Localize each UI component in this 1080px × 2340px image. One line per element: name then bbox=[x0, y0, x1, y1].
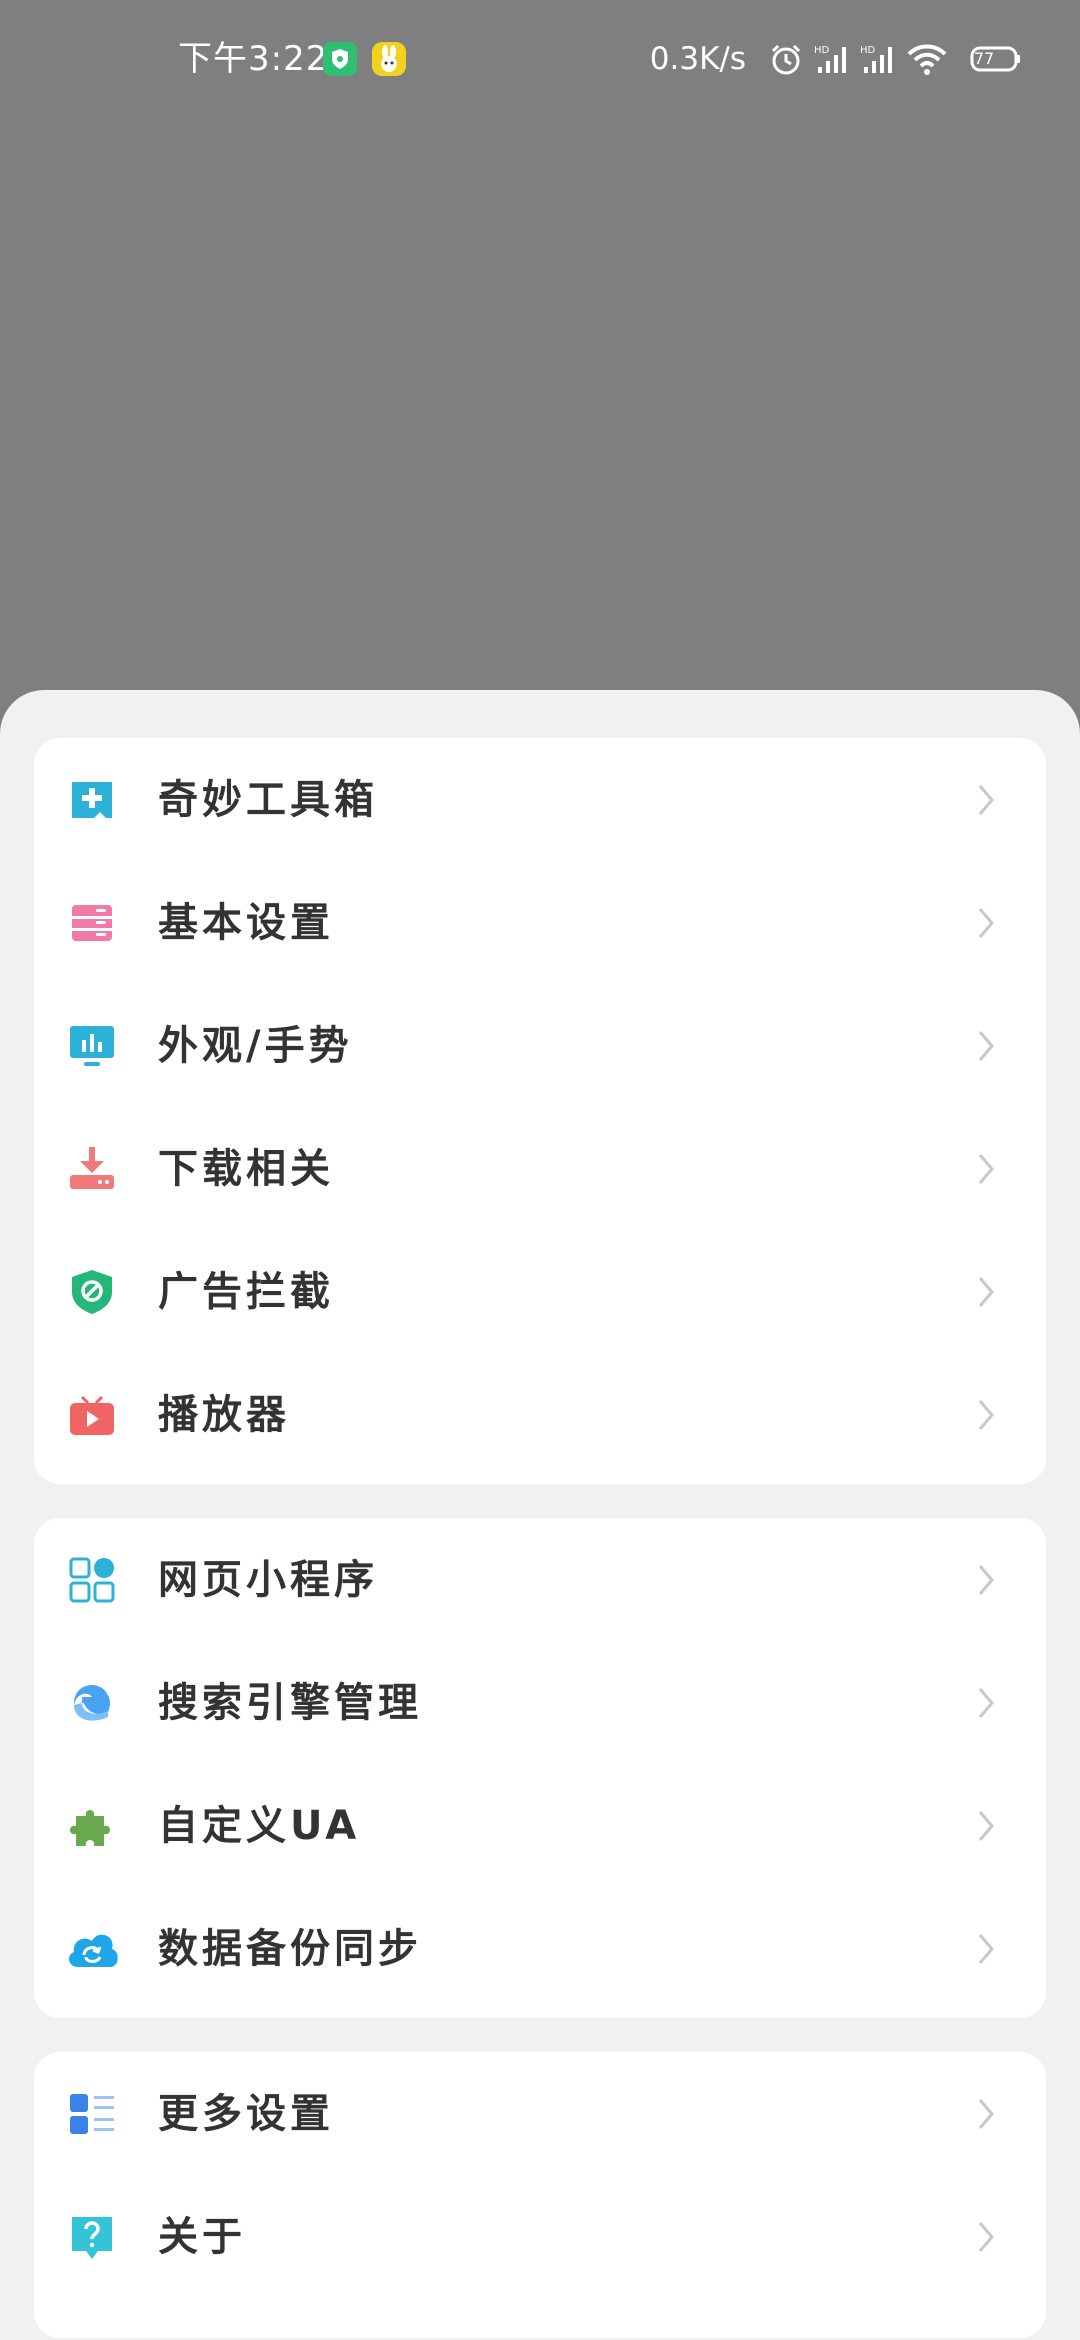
menu-item-search-engine[interactable]: 搜索引擎管理 bbox=[34, 1641, 1046, 1764]
menu-item-more-settings[interactable]: 更多设置 bbox=[34, 2052, 1046, 2175]
menu-item-about[interactable]: 关于 bbox=[34, 2175, 1046, 2298]
menu-item-label: 播放器 bbox=[158, 1392, 290, 1438]
chevron-right-icon bbox=[976, 1397, 996, 1433]
ad-block-icon bbox=[68, 1268, 116, 1316]
chevron-right-icon bbox=[976, 1028, 996, 1064]
status-bar: 下午3:22 0.3K/s HD HD 77 bbox=[0, 0, 1080, 120]
chevron-right-icon bbox=[976, 2219, 996, 2255]
chevron-right-icon bbox=[976, 782, 996, 818]
menu-item-download[interactable]: 下载相关 bbox=[34, 1107, 1046, 1230]
menu-item-basic-settings[interactable]: 基本设置 bbox=[34, 861, 1046, 984]
cloud-sync-icon bbox=[68, 1925, 118, 1973]
settings-group-tools: 网页小程序 搜索引擎管理 自定义UA 数据备份同步 bbox=[34, 1518, 1046, 2018]
shield-icon bbox=[323, 42, 357, 76]
wifi-icon bbox=[896, 41, 948, 77]
menu-item-custom-ua[interactable]: 自定义UA bbox=[34, 1764, 1046, 1887]
menu-item-label: 广告拦截 bbox=[158, 1269, 334, 1315]
signal-hd-icon: HD bbox=[804, 41, 850, 77]
menu-item-label: 搜索引擎管理 bbox=[158, 1680, 422, 1726]
settings-group-main: 奇妙工具箱 基本设置 外观/手势 下载相关 广告拦截 播放器 bbox=[34, 738, 1046, 1484]
menu-item-label: 奇妙工具箱 bbox=[158, 777, 378, 823]
chevron-right-icon bbox=[976, 1562, 996, 1598]
search-engine-icon bbox=[68, 1679, 116, 1727]
alarm-icon bbox=[758, 41, 804, 77]
settings-group-more: 更多设置 关于 bbox=[34, 2052, 1046, 2338]
chevron-right-icon bbox=[976, 1808, 996, 1844]
menu-item-label: 下载相关 bbox=[158, 1146, 334, 1192]
menu-item-player[interactable]: 播放器 bbox=[34, 1353, 1046, 1476]
net-speed: 0.3K/s bbox=[649, 41, 746, 77]
toolbox-icon bbox=[68, 776, 116, 824]
chevron-right-icon bbox=[976, 1151, 996, 1187]
menu-item-toolbox[interactable]: 奇妙工具箱 bbox=[34, 738, 1046, 861]
menu-item-appearance[interactable]: 外观/手势 bbox=[34, 984, 1046, 1107]
about-icon bbox=[68, 2213, 116, 2261]
battery-icon: 77 bbox=[960, 45, 1022, 73]
menu-item-label: 自定义UA bbox=[158, 1803, 361, 1849]
menu-item-label: 数据备份同步 bbox=[158, 1926, 422, 1972]
download-icon bbox=[68, 1145, 116, 1193]
appearance-icon bbox=[68, 1022, 116, 1070]
mini-program-icon bbox=[68, 1556, 116, 1604]
svg-text:HD: HD bbox=[814, 45, 830, 56]
chevron-right-icon bbox=[976, 905, 996, 941]
battery-level: 77 bbox=[973, 49, 995, 68]
menu-item-ad-block[interactable]: 广告拦截 bbox=[34, 1230, 1046, 1353]
chevron-right-icon bbox=[976, 1274, 996, 1310]
player-icon bbox=[68, 1391, 116, 1439]
menu-item-mini-program[interactable]: 网页小程序 bbox=[34, 1518, 1046, 1641]
menu-item-label: 基本设置 bbox=[158, 900, 334, 946]
menu-item-data-sync[interactable]: 数据备份同步 bbox=[34, 1887, 1046, 2010]
status-right-group: 0.3K/s HD HD 77 bbox=[650, 36, 1022, 82]
settings-sheet: 奇妙工具箱 基本设置 外观/手势 下载相关 广告拦截 播放器 网页小程序 搜索引… bbox=[0, 690, 1080, 2340]
basic-settings-icon bbox=[68, 899, 116, 947]
chevron-right-icon bbox=[976, 1685, 996, 1721]
menu-item-label: 网页小程序 bbox=[158, 1557, 378, 1603]
menu-item-label: 外观/手势 bbox=[158, 1023, 353, 1069]
chevron-right-icon bbox=[976, 1931, 996, 1967]
menu-item-label: 关于 bbox=[158, 2214, 246, 2260]
signal-hd-icon: HD bbox=[850, 41, 896, 77]
more-settings-icon bbox=[68, 2090, 116, 2138]
chevron-right-icon bbox=[976, 2096, 996, 2132]
svg-text:HD: HD bbox=[860, 45, 876, 56]
menu-item-label: 更多设置 bbox=[158, 2091, 334, 2137]
bunny-icon bbox=[372, 42, 406, 76]
status-time: 下午3:22 bbox=[178, 39, 329, 79]
puzzle-icon bbox=[68, 1802, 116, 1850]
